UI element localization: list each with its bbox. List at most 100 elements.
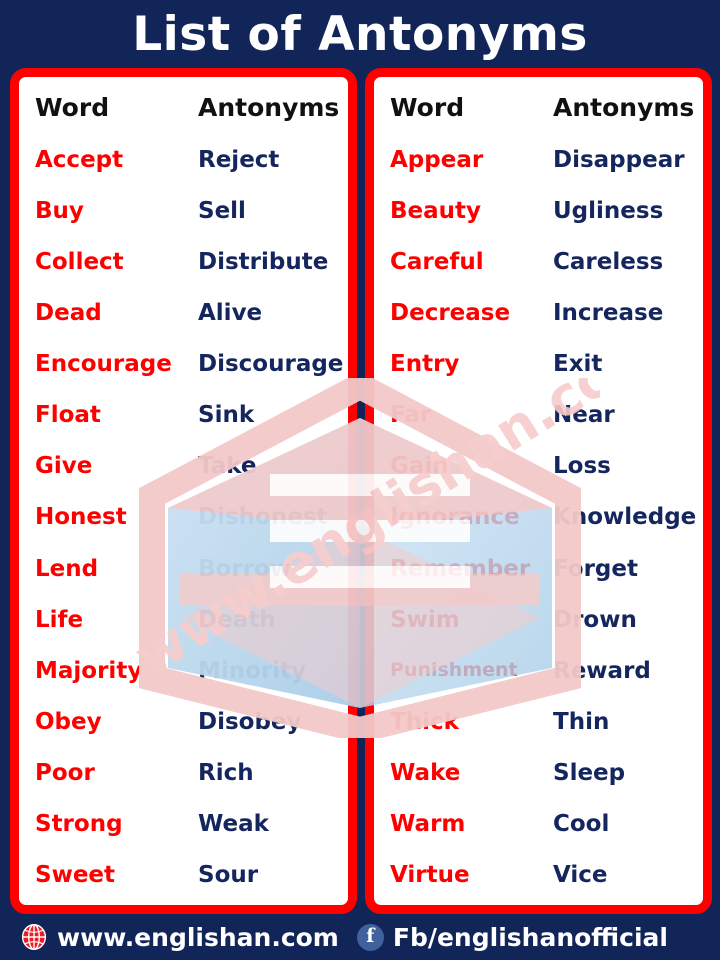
table-row: Poor Rich bbox=[21, 748, 346, 799]
antonym-cell: Sell bbox=[198, 198, 246, 223]
word-cell: Careful bbox=[390, 249, 484, 274]
table-row: Dead Alive bbox=[21, 288, 346, 339]
column-header-word: Word bbox=[390, 95, 465, 122]
table-row: Life Death bbox=[21, 594, 346, 645]
word-cell: Appear bbox=[390, 147, 484, 172]
antonym-cell: Alive bbox=[198, 300, 263, 326]
table-row: Float Sink bbox=[21, 390, 346, 441]
footer-facebook-label: Fb/englishanofficial bbox=[392, 922, 668, 952]
word-cell: Warm bbox=[390, 812, 466, 837]
footer-website[interactable]: www.englishan.com bbox=[20, 923, 339, 952]
column-header-word: Word bbox=[35, 95, 110, 122]
footer-facebook[interactable]: f Fb/englishanofficial bbox=[339, 923, 668, 952]
footer-bar: www.englishan.com f Fb/englishanofficial bbox=[0, 914, 720, 960]
footer-website-label: www.englishan.com bbox=[57, 922, 339, 952]
table-row: Honest Dishonest bbox=[21, 492, 346, 543]
word-cell: Buy bbox=[35, 198, 84, 223]
antonyms-panel-right: Word Antonyms Appear Disappear Beauty Uglines… bbox=[365, 68, 712, 914]
title-bar: List of Antonyms bbox=[0, 0, 720, 68]
table-row: Punishment Reward bbox=[376, 645, 701, 696]
antonym-cell: Careless bbox=[553, 249, 664, 274]
antonym-cell: Reward bbox=[553, 658, 651, 683]
table-row: Strong Weak bbox=[21, 799, 346, 850]
table-row: Collect Distribute bbox=[21, 236, 346, 287]
table-row: Sweet Sour bbox=[21, 850, 346, 901]
antonym-cell: Thin bbox=[553, 709, 610, 735]
table-header-row: Word Antonyms bbox=[376, 83, 701, 134]
word-cell: Majority bbox=[35, 658, 143, 683]
page-title: List of Antonyms bbox=[132, 6, 588, 62]
word-cell: Gain bbox=[390, 454, 449, 479]
table-row: Beauty Ugliness bbox=[376, 185, 701, 236]
word-cell: Sweet bbox=[35, 863, 116, 888]
table-row: Decrease Increase bbox=[376, 288, 701, 339]
word-cell: Far bbox=[390, 403, 432, 428]
antonym-cell: Discourage bbox=[198, 352, 344, 377]
antonym-cell: Cool bbox=[553, 812, 610, 837]
table-row: Thick Thin bbox=[376, 697, 701, 748]
word-cell: Strong bbox=[35, 812, 123, 837]
word-cell: Float bbox=[35, 403, 101, 428]
facebook-icon: f bbox=[356, 923, 384, 951]
antonym-cell: Minority bbox=[198, 658, 307, 683]
antonym-cell: Sink bbox=[198, 403, 255, 428]
antonym-cell: Disobey bbox=[198, 709, 302, 735]
antonyms-table-right: Word Antonyms Appear Disappear Beauty Uglines… bbox=[376, 83, 701, 901]
word-cell: Obey bbox=[35, 709, 102, 735]
word-cell: Lend bbox=[35, 556, 99, 581]
table-row: Encourage Discourage bbox=[21, 339, 346, 390]
antonym-cell: Drown bbox=[553, 607, 637, 632]
table-row: Careful Careless bbox=[376, 236, 701, 287]
antonym-cell: Death bbox=[198, 607, 276, 632]
table-row: Wake Sleep bbox=[376, 748, 701, 799]
antonyms-panel-left: Word Antonyms Accept Reject Buy Sell Collect Di… bbox=[10, 68, 357, 914]
facebook-glyph: f bbox=[366, 924, 375, 947]
antonym-cell: Forget bbox=[553, 556, 638, 581]
table-row: Entry Exit bbox=[376, 339, 701, 390]
word-cell: Beauty bbox=[390, 198, 482, 223]
table-row: Majority Minority bbox=[21, 645, 346, 696]
word-cell: Collect bbox=[35, 249, 124, 274]
antonym-cell: Exit bbox=[553, 352, 603, 377]
antonym-cell: Weak bbox=[198, 812, 269, 837]
word-cell: Dead bbox=[35, 300, 102, 326]
antonym-cell: Sleep bbox=[553, 761, 626, 786]
word-cell: Remember bbox=[390, 556, 531, 581]
antonym-cell: Near bbox=[553, 403, 615, 428]
antonym-cell: Ugliness bbox=[553, 198, 664, 223]
word-cell: Accept bbox=[35, 147, 124, 172]
antonym-cell: Knowledge bbox=[553, 505, 697, 530]
table-row: Warm Cool bbox=[376, 799, 701, 850]
antonym-cell: Dishonest bbox=[198, 505, 328, 530]
antonym-cell: Sour bbox=[198, 863, 259, 888]
word-cell: Life bbox=[35, 607, 84, 632]
table-row: Obey Disobey bbox=[21, 697, 346, 748]
panels-container: Word Antonyms Accept Reject Buy Sell Collect Di… bbox=[0, 68, 720, 914]
word-cell: Virtue bbox=[390, 863, 470, 888]
table-row: Give Take bbox=[21, 441, 346, 492]
word-cell: Encourage bbox=[35, 352, 172, 377]
word-cell: Punishment bbox=[390, 660, 518, 681]
column-header-antonyms: Antonyms bbox=[198, 95, 340, 122]
table-row: Far Near bbox=[376, 390, 701, 441]
word-cell: Honest bbox=[35, 505, 127, 530]
column-header-antonyms: Antonyms bbox=[553, 95, 695, 122]
antonym-cell: Vice bbox=[553, 863, 608, 888]
word-cell: Entry bbox=[390, 352, 460, 377]
table-row: Ignorance Knowledge bbox=[376, 492, 701, 543]
antonyms-table-left: Word Antonyms Accept Reject Buy Sell Collect Di… bbox=[21, 83, 346, 901]
antonym-cell: Reject bbox=[198, 147, 280, 172]
table-header-row: Word Antonyms bbox=[21, 83, 346, 134]
word-cell: Thick bbox=[390, 709, 459, 735]
word-cell: Ignorance bbox=[390, 505, 520, 530]
table-row: Swim Drown bbox=[376, 594, 701, 645]
table-row: Buy Sell bbox=[21, 185, 346, 236]
globe-icon bbox=[21, 924, 47, 950]
antonym-cell: Loss bbox=[553, 454, 611, 479]
word-cell: Wake bbox=[390, 761, 461, 786]
table-row: Appear Disappear bbox=[376, 134, 701, 185]
poster-root: List of Antonyms Word Antonyms Accept Rejec… bbox=[0, 0, 720, 960]
antonym-cell: Borrow bbox=[198, 556, 292, 581]
table-row: Lend Borrow bbox=[21, 543, 346, 594]
antonym-cell: Take bbox=[198, 454, 257, 479]
